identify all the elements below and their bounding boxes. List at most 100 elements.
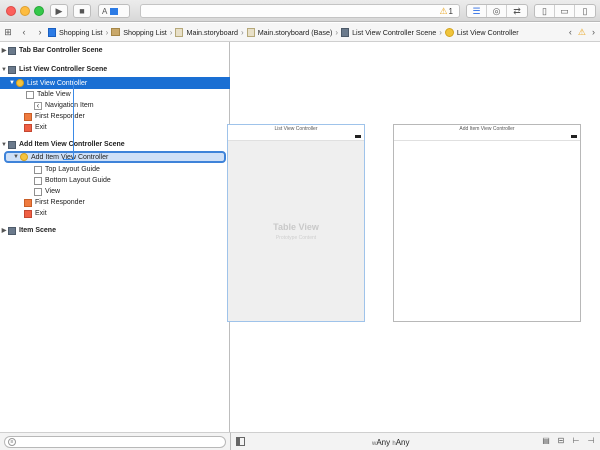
outline-item-exit[interactable]: Exit xyxy=(0,208,230,219)
first-responder-icon xyxy=(24,198,32,207)
size-class-control[interactable]: wAny hAny xyxy=(372,438,410,447)
exit-icon xyxy=(24,123,32,132)
chevron-right-icon: › xyxy=(169,27,173,37)
editor-mode-control[interactable]: ☰ ◎ ⇄ xyxy=(466,4,528,18)
scene-title: List View Controller xyxy=(274,126,318,132)
disclosure-expanded-icon[interactable]: ▼ xyxy=(12,154,20,160)
outline-item-label: Top Layout Guide xyxy=(45,166,100,173)
breadcrumb-label: Main.storyboard xyxy=(186,27,239,37)
breadcrumb-item[interactable]: Main.storyboard (Base) › xyxy=(246,27,341,37)
back-arrow-icon[interactable]: ‹ xyxy=(16,27,32,37)
outline-item-label: Add Item View Controller Scene xyxy=(19,141,125,148)
breadcrumb-item[interactable]: Shopping List › xyxy=(111,28,175,37)
breadcrumb-label: List View Controller xyxy=(456,27,519,37)
view-toggle-control[interactable]: ▯ ▭ ▯ xyxy=(534,4,596,18)
outline-item-add-item-view-controller[interactable]: ▼ Add Item View Controller xyxy=(4,151,226,163)
autolayout-controls: ▤ ⊟ ⊢ ⊣ xyxy=(541,436,596,446)
outline-item-label: Exit xyxy=(35,210,47,217)
breadcrumb-item[interactable]: Shopping List › xyxy=(48,27,111,37)
related-items-icon[interactable]: ⊞ xyxy=(0,27,16,38)
activity-viewer: ⚠ 1 xyxy=(140,4,460,18)
view-controller-view[interactable] xyxy=(394,140,580,321)
warning-triangle-icon: ⚠ xyxy=(439,6,448,16)
scene-icon xyxy=(8,46,16,55)
jump-bar: ⊞ ‹ › Shopping List › Shopping List › Ma… xyxy=(0,23,600,42)
outline-item-label: First Responder xyxy=(35,113,85,120)
run-button[interactable]: ▶ xyxy=(50,4,68,18)
breadcrumb-label: Shopping List xyxy=(123,27,167,37)
close-window-button[interactable] xyxy=(6,6,16,16)
align-icon[interactable]: ⊟ xyxy=(556,436,566,446)
scene-add-item-view-controller[interactable]: Add Item View Controller xyxy=(393,124,581,322)
scheme-selector[interactable]: A xyxy=(98,4,130,18)
outline-item-label: Exit xyxy=(35,124,47,131)
view-controller-icon xyxy=(444,27,454,37)
disclosure-collapsed-icon[interactable]: ▶ xyxy=(0,47,8,54)
navigator-toggle-icon[interactable]: ▯ xyxy=(535,5,555,17)
disclosure-expanded-icon[interactable]: ▼ xyxy=(0,67,8,73)
outline-item-item-scene[interactable]: ▶ Item Scene xyxy=(0,225,230,236)
outline-item-tab-bar-controller-scene[interactable]: ▶ Tab Bar Controller Scene xyxy=(0,45,230,56)
outline-item-top-layout-guide[interactable]: Top Layout Guide xyxy=(0,164,230,175)
embed-in-stack-icon[interactable]: ▤ xyxy=(541,436,551,446)
outline-item-table-view[interactable]: Table View xyxy=(0,89,230,100)
outline-filter-field[interactable]: ≡ xyxy=(4,436,226,448)
outline-item-add-item-view-controller-scene[interactable]: ▼ Add Item View Controller Scene xyxy=(0,139,230,150)
scene-icon xyxy=(8,65,16,74)
scene-list-view-controller[interactable]: List View Controller Table View Prototyp… xyxy=(227,124,365,322)
connection-drag-line-end xyxy=(63,159,74,160)
next-issue-icon[interactable]: › xyxy=(592,27,595,37)
chevron-right-icon: › xyxy=(105,27,109,37)
previous-issue-icon[interactable]: ‹ xyxy=(569,27,572,37)
debug-area-toggle-icon[interactable]: ▭ xyxy=(555,5,575,17)
view-controller-icon xyxy=(16,79,24,87)
exit-icon xyxy=(24,209,32,218)
stop-button[interactable]: ■ xyxy=(73,4,91,18)
battery-icon xyxy=(571,135,577,138)
show-outline-toggle-icon[interactable] xyxy=(236,437,245,446)
first-responder-icon xyxy=(24,112,32,121)
pin-icon[interactable]: ⊢ xyxy=(571,436,581,446)
resolve-issues-icon[interactable]: ⊣ xyxy=(586,436,596,446)
outline-item-label: Tab Bar Controller Scene xyxy=(19,47,103,54)
outline-item-list-view-controller-scene[interactable]: ▼ List View Controller Scene xyxy=(0,64,230,75)
disclosure-expanded-icon[interactable]: ▼ xyxy=(0,142,8,148)
outline-item-label: List View Controller Scene xyxy=(19,66,108,73)
window-toolbar: ▶ ■ A ⚠ 1 ☰ ◎ ⇄ ▯ ▭ ▯ xyxy=(0,0,600,22)
warning-indicator[interactable]: ⚠ 1 xyxy=(439,6,453,17)
outline-item-navigation-item[interactable]: ‹ Navigation Item xyxy=(0,100,230,111)
version-editor-icon[interactable]: ⇄ xyxy=(507,5,527,17)
breadcrumb-item[interactable]: List View Controller xyxy=(444,27,522,37)
outline-item-first-responder[interactable]: First Responder xyxy=(0,111,230,122)
connection-drag-line xyxy=(73,79,74,159)
jump-bar-controls: ‹ ⚠ › xyxy=(569,23,600,41)
outline-item-first-responder[interactable]: First Responder xyxy=(0,197,230,208)
storyboard-canvas[interactable]: List View Controller Table View Prototyp… xyxy=(227,42,600,432)
project-icon xyxy=(48,27,56,37)
utilities-toggle-icon[interactable]: ▯ xyxy=(575,5,595,17)
breadcrumb-item[interactable]: Main.storyboard › xyxy=(175,27,246,37)
size-class-height: Any xyxy=(395,438,410,447)
assistant-editor-icon[interactable]: ◎ xyxy=(487,5,507,17)
forward-arrow-icon[interactable]: › xyxy=(32,27,48,37)
outline-item-view[interactable]: View xyxy=(0,186,230,197)
zoom-window-button[interactable] xyxy=(34,6,44,16)
table-view-placeholder[interactable]: Table View Prototype Content xyxy=(228,140,364,321)
disclosure-collapsed-icon[interactable]: ▶ xyxy=(0,227,8,234)
app-scheme-icon: A xyxy=(102,6,108,16)
outline-item-label: View xyxy=(45,188,61,195)
breadcrumb-label: Shopping List xyxy=(59,27,103,37)
disclosure-expanded-icon[interactable]: ▼ xyxy=(8,80,16,86)
standard-editor-icon[interactable]: ☰ xyxy=(467,5,487,17)
outline-item-label: Navigation Item xyxy=(45,102,94,109)
outline-item-list-view-controller[interactable]: ▼ List View Controller xyxy=(0,77,230,89)
folder-icon xyxy=(111,28,121,36)
issue-warning-icon[interactable]: ⚠ xyxy=(578,27,586,38)
breadcrumb-label: Main.storyboard (Base) xyxy=(257,27,333,37)
scene-icon xyxy=(8,140,16,149)
minimize-window-button[interactable] xyxy=(20,6,30,16)
outline-item-exit[interactable]: Exit xyxy=(0,122,230,133)
breadcrumb-item[interactable]: List View Controller Scene › xyxy=(341,27,445,37)
table-view-placeholder-title: Table View xyxy=(273,222,319,232)
outline-item-bottom-layout-guide[interactable]: Bottom Layout Guide xyxy=(0,175,230,186)
